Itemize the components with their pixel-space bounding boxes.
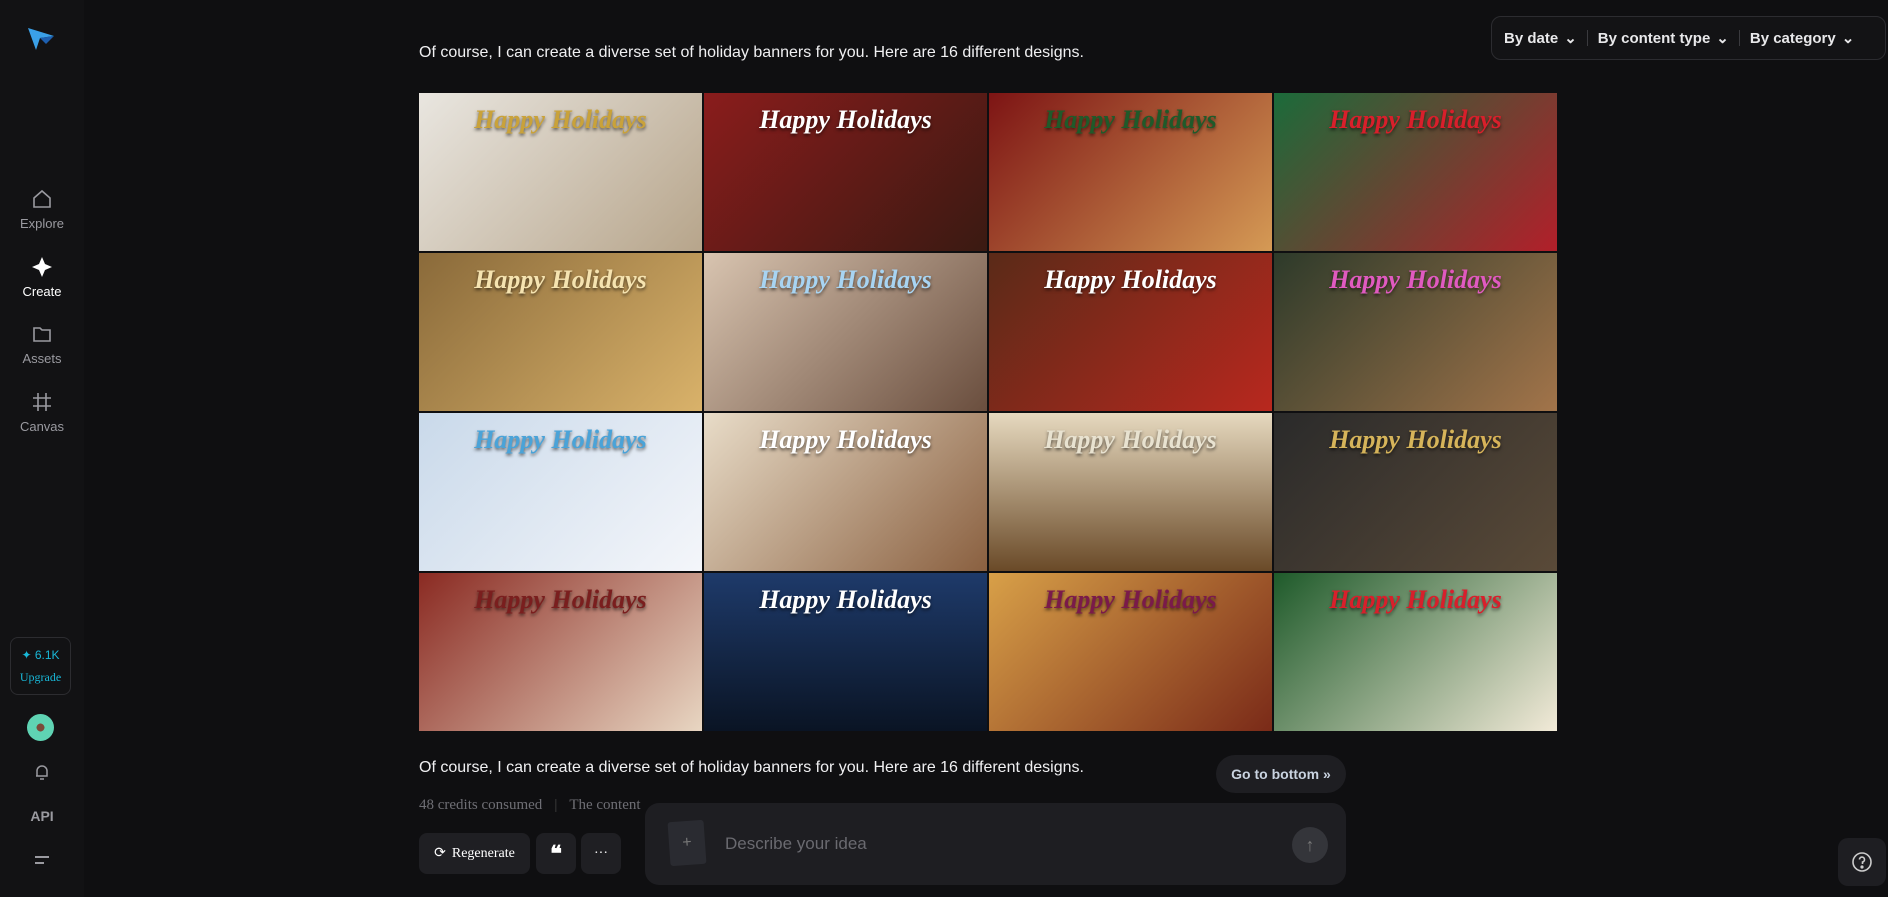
go-to-bottom-label: Go to bottom — [1231, 766, 1320, 782]
help-icon — [1852, 852, 1872, 872]
banner-caption: Happy Holidays — [1329, 585, 1502, 614]
generated-banner-image[interactable]: Happy Holidays — [419, 413, 702, 571]
banner-caption: Happy Holidays — [1329, 265, 1502, 294]
filter-by-content-type[interactable]: By content type ⌄ — [1597, 29, 1729, 48]
banner-caption: Happy Holidays — [474, 425, 647, 454]
canvas-frame-icon — [33, 393, 51, 411]
sidebar: Explore Create Assets Canvas ✦ 6.1K Upgr… — [0, 0, 84, 897]
assistant-message: Of course, I can create a diverse set of… — [419, 44, 1084, 61]
prompt-input[interactable] — [725, 829, 1225, 859]
banner-caption: Happy Holidays — [759, 585, 932, 614]
add-image-button[interactable]: + — [667, 819, 707, 867]
banner-caption: Happy Holidays — [759, 425, 932, 454]
upgrade-label: Upgrade — [19, 670, 62, 684]
chevron-down-icon: ⌄ — [1564, 30, 1577, 47]
divider — [1738, 30, 1740, 46]
ai-notice: The content — [569, 797, 641, 813]
sidebar-item-label: Create — [22, 284, 62, 299]
sidebar-item-assets[interactable]: Assets — [0, 323, 84, 366]
sidebar-item-label: Assets — [22, 351, 62, 366]
regenerate-button[interactable]: ⟳ Regenerate — [419, 833, 530, 874]
generated-banner-image[interactable]: Happy Holidays — [704, 93, 987, 251]
sidebar-item-explore[interactable]: Explore — [0, 188, 84, 231]
chevron-down-icon: ⌄ — [1841, 30, 1855, 47]
more-icon: ··· — [594, 845, 608, 861]
sidebar-item-label: Explore — [19, 216, 65, 231]
generated-banner-image[interactable]: Happy Holidays — [704, 413, 987, 571]
filter-bar: By date ⌄ By content type ⌄ By category ⌄ — [1491, 16, 1886, 60]
prompt-composer: + ↑ — [645, 803, 1346, 885]
banner-caption: Happy Holidays — [474, 265, 647, 294]
divider — [1586, 30, 1588, 46]
double-chevron-down-icon: » — [1323, 766, 1331, 782]
filter-by-category[interactable]: By category ⌄ — [1749, 29, 1855, 48]
avatar[interactable] — [27, 714, 54, 741]
banner-caption: Happy Holidays — [759, 265, 932, 294]
generated-banner-image[interactable]: Happy Holidays — [1274, 253, 1557, 411]
generated-banner-image[interactable]: Happy Holidays — [989, 573, 1272, 731]
send-button[interactable]: ↑ — [1292, 827, 1328, 863]
generated-banner-image[interactable]: Happy Holidays — [989, 93, 1272, 251]
sparkle-icon — [32, 257, 52, 277]
image-grid: Happy Holidays Happy Holidays Happy Holida… — [419, 93, 1557, 731]
generated-banner-image[interactable]: Happy Holidays — [1274, 93, 1557, 251]
generated-banner-image[interactable]: Happy Holidays — [704, 253, 987, 411]
banner-caption: Happy Holidays — [474, 105, 647, 134]
credits-value: 6.1K — [34, 648, 60, 662]
filter-label: By category — [1749, 29, 1836, 47]
generated-banner-image[interactable]: Happy Holidays — [419, 93, 702, 251]
chevron-down-icon: ⌄ — [1716, 30, 1729, 47]
home-icon — [33, 189, 51, 208]
regenerate-label: Regenerate — [451, 845, 515, 861]
generated-banner-image[interactable]: Happy Holidays — [704, 573, 987, 731]
app-logo[interactable] — [26, 24, 56, 52]
generated-banner-image[interactable]: Happy Holidays — [419, 253, 702, 411]
generated-banner-image[interactable]: Happy Holidays — [1274, 573, 1557, 731]
filter-label: By content type — [1597, 29, 1711, 47]
banner-caption: Happy Holidays — [1329, 425, 1502, 454]
generated-banner-image[interactable]: Happy Holidays — [989, 413, 1272, 571]
sidebar-item-canvas[interactable]: Canvas — [0, 391, 84, 434]
banner-caption: Happy Holidays — [1044, 425, 1217, 454]
go-to-bottom-button[interactable]: Go to bottom» — [1216, 755, 1346, 793]
banner-caption: Happy Holidays — [759, 105, 932, 134]
upgrade-button[interactable]: ✦ 6.1K Upgrade — [10, 637, 71, 695]
more-options-button[interactable]: ··· — [581, 833, 621, 874]
generated-banner-image[interactable]: Happy Holidays — [1274, 413, 1557, 571]
banner-caption: Happy Holidays — [474, 585, 647, 614]
generated-banner-image[interactable]: Happy Holidays — [419, 573, 702, 731]
banner-caption: Happy Holidays — [1329, 105, 1502, 134]
filter-label: By date — [1504, 29, 1559, 47]
banner-caption: Happy Holidays — [1044, 105, 1217, 134]
banner-caption: Happy Holidays — [1044, 265, 1217, 294]
folder-icon — [33, 327, 51, 342]
api-link[interactable]: API — [0, 808, 84, 824]
refresh-icon: ⟳ — [434, 846, 446, 861]
credits-balance: ✦ 6.1K — [21, 648, 60, 662]
quote-icon: ❝ — [550, 840, 562, 866]
credits-consumed: 48 credits consumed — [419, 797, 543, 813]
credits-line: 48 credits consumed | The content — [419, 797, 641, 813]
quote-button[interactable]: ❝ — [536, 833, 576, 874]
arrow-up-icon: ↑ — [1305, 835, 1315, 855]
assistant-message-repeat: Of course, I can create a diverse set of… — [419, 759, 1084, 776]
filter-by-date[interactable]: By date ⌄ — [1504, 29, 1577, 48]
sidebar-item-create[interactable]: Create — [0, 256, 84, 299]
sidebar-item-label: Canvas — [19, 419, 65, 434]
bell-icon[interactable] — [0, 762, 84, 787]
generated-banner-image[interactable]: Happy Holidays — [989, 253, 1272, 411]
menu-icon[interactable] — [0, 852, 84, 873]
help-button[interactable] — [1838, 838, 1886, 886]
banner-caption: Happy Holidays — [1044, 585, 1217, 614]
